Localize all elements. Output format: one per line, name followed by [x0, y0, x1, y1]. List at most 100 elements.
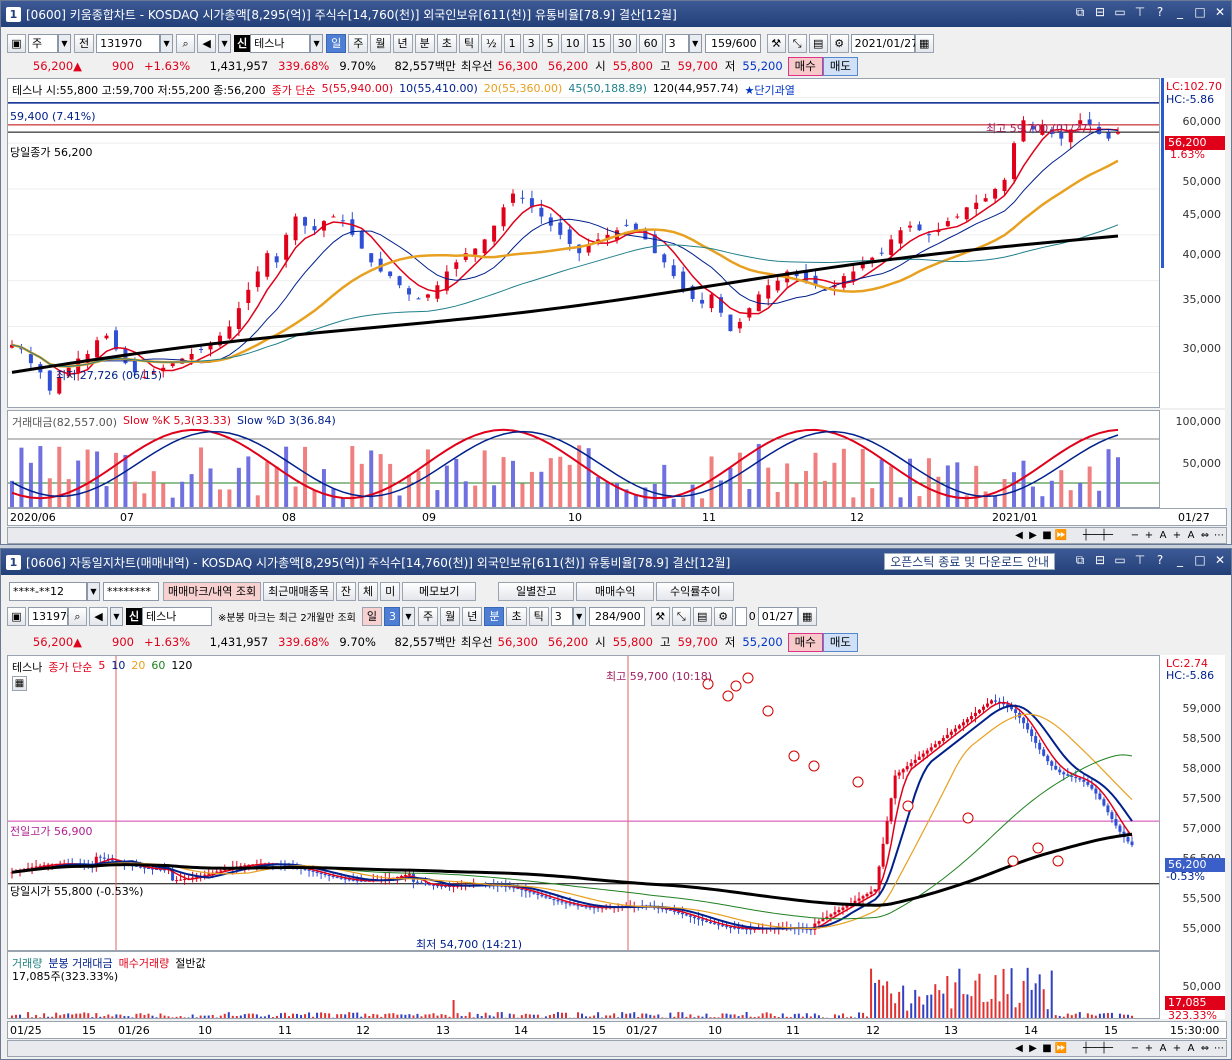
interval-60[interactable]: 60 [638, 33, 663, 53]
volume-pane[interactable]: 거래량 분봉 거래대금 매수거래량 절반값 17,085주(323.33%) [7, 951, 1161, 1019]
period-second[interactable]: 초 [436, 33, 457, 53]
chart-scroll[interactable]: ◀ ▶ ■ ⏩ ┼──┼─ − + A + A ⇔ ⋯ [7, 527, 1227, 544]
code-input[interactable]: 131970 [96, 33, 161, 53]
interval-10[interactable]: 10 [560, 33, 585, 53]
period-day[interactable]: 일 [326, 33, 347, 53]
max-icon[interactable]: □ [1193, 553, 1207, 568]
memo-button[interactable]: 메모보기 [402, 581, 477, 601]
more-icon[interactable]: ⋯ [1212, 530, 1226, 541]
save-icon[interactable]: ▤ [808, 33, 828, 53]
close-icon[interactable]: ✕ [1213, 5, 1227, 20]
scroll-left-icon[interactable]: ◀ [1012, 1043, 1026, 1054]
zoom-slider[interactable]: ┼──┼─ [1068, 1043, 1128, 1054]
zoom-slider[interactable]: ┼──┼─ [1068, 530, 1128, 541]
search-icon[interactable]: ⌕ [176, 33, 196, 53]
date-checkbox[interactable] [734, 606, 747, 626]
trade-profit-button[interactable]: 매매수익 [576, 581, 655, 601]
minimize-window-icon[interactable]: ▭ [1113, 553, 1127, 568]
interval-15[interactable]: 15 [586, 33, 611, 53]
chevron-down-icon[interactable]: ▼ [401, 606, 415, 626]
pin-icon[interactable]: ⊤ [1133, 553, 1147, 568]
stock-name[interactable]: 테스나 [250, 33, 311, 53]
tools-icon[interactable]: ⚒ [650, 606, 670, 626]
chart-scroll[interactable]: ◀ ▶ ■ ⏩ ┼──┼─ − + A + A ⇔ ⋯ [7, 1040, 1227, 1057]
price-pane[interactable]: 테스나 시:55,800 고:59,700 저:55,200 종:56,200 … [7, 78, 1161, 408]
speaker-icon[interactable]: ◀ [197, 33, 217, 53]
interval-5[interactable]: 5 [541, 33, 559, 53]
recent-trades-button[interactable]: 최근매매종목 [263, 581, 334, 601]
prev-button[interactable]: 전 [74, 33, 95, 53]
expand-icon[interactable]: ⇔ [1198, 1043, 1212, 1054]
font-a-icon[interactable]: A [1184, 530, 1198, 541]
plus-icon[interactable]: + [1170, 1043, 1184, 1054]
mode-select[interactable]: 주 [28, 33, 58, 53]
min-icon[interactable]: _ [1173, 5, 1187, 20]
help-icon[interactable]: ? [1153, 553, 1167, 568]
sell-button[interactable]: 매도 [822, 632, 859, 652]
minimize-window-icon[interactable]: ▭ [1113, 5, 1127, 20]
interval-30[interactable]: 30 [612, 33, 637, 53]
fast-forward-icon[interactable]: ⏩ [1054, 1043, 1068, 1054]
period-month[interactable]: 월 [440, 606, 461, 626]
indicator-pane[interactable]: 거래대금(82,557.00) Slow %K 5,3(33.33) Slow … [7, 410, 1161, 508]
executed-button[interactable]: 체 [358, 581, 379, 601]
date-input[interactable]: 2021/01/27 [850, 33, 918, 53]
count-select[interactable]: 3 [664, 33, 689, 53]
period-month[interactable]: 월 [370, 33, 391, 53]
pin-icon[interactable]: ⊤ [1133, 5, 1147, 20]
link-icon[interactable]: ⧉ [1073, 553, 1087, 568]
period-minute[interactable]: 분 [414, 33, 435, 53]
draw-icon[interactable]: ⤡ [787, 33, 807, 53]
balance-button[interactable]: 잔 [335, 581, 357, 601]
buy-button[interactable]: 매수 [787, 632, 823, 652]
period-year[interactable]: 년 [392, 33, 413, 53]
link-icon[interactable]: ⧉ [1073, 5, 1087, 20]
chevron-down-icon[interactable]: ▼ [160, 33, 174, 53]
period-day[interactable]: 일 [361, 606, 382, 626]
close-icon[interactable]: ✕ [1213, 553, 1227, 568]
period-year[interactable]: 년 [462, 606, 483, 626]
more-icon[interactable]: ⋯ [1212, 1043, 1226, 1054]
font-a-icon[interactable]: A [1156, 1043, 1170, 1054]
count-input[interactable]: 159/600 [704, 33, 761, 53]
fraction-button[interactable]: ½ [481, 33, 502, 53]
period-tick[interactable]: 틱 [458, 33, 479, 53]
scroll-right-icon[interactable]: ▶ [1026, 1043, 1040, 1054]
scroll-right-icon[interactable]: ▶ [1026, 530, 1040, 541]
chevron-down-icon[interactable]: ▼ [572, 606, 586, 626]
restore-icon[interactable]: ⊟ [1093, 5, 1107, 20]
interval-select[interactable]: 3 [550, 606, 573, 626]
password-input[interactable]: ******** [103, 581, 159, 601]
chevron-down-icon[interactable]: ▼ [87, 581, 100, 601]
tools-icon[interactable]: ⚒ [766, 33, 786, 53]
expand-icon[interactable]: ⇔ [1198, 530, 1212, 541]
sell-button[interactable]: 매도 [822, 56, 859, 76]
daily-balance-button[interactable]: 일별잔고 [498, 581, 575, 601]
font-a-icon[interactable]: A [1184, 1043, 1198, 1054]
minus-icon[interactable]: − [1128, 1043, 1142, 1054]
calendar-icon[interactable]: ▦ [797, 606, 817, 626]
scroll-left-icon[interactable]: ◀ [1012, 530, 1026, 541]
gear-icon[interactable]: ⚙ [829, 33, 849, 53]
draw-icon[interactable]: ⤡ [671, 606, 691, 626]
period-week[interactable]: 주 [348, 33, 369, 53]
max-icon[interactable]: □ [1193, 5, 1207, 20]
stock-name[interactable]: 테스나 [142, 606, 212, 626]
return-trend-button[interactable]: 수익률추이 [656, 581, 735, 601]
speaker-icon[interactable]: ◀ [89, 606, 108, 626]
search-icon[interactable]: ⌕ [68, 606, 87, 626]
count-input[interactable]: 284/900 [588, 606, 645, 626]
font-a-icon[interactable]: A [1156, 530, 1170, 541]
calendar-icon[interactable]: ▦ [914, 33, 934, 53]
notice-button[interactable]: 오픈스틱 종료 및 다운로드 안내 [884, 553, 1055, 570]
day-count[interactable]: 3 [383, 606, 400, 626]
buy-button[interactable]: 매수 [787, 56, 823, 76]
chevron-down-icon[interactable]: ▼ [310, 33, 324, 53]
fast-forward-icon[interactable]: ⏩ [1054, 530, 1068, 541]
plus-icon[interactable]: + [1170, 530, 1184, 541]
help-icon[interactable]: ? [1153, 5, 1167, 20]
minus-icon[interactable]: − [1128, 530, 1142, 541]
price-pane[interactable]: 테스나 종가 단순 5 10 20 60 120 ▦ 최고 59,700 (10… [7, 655, 1161, 951]
trade-mark-query-button[interactable]: 매매마크/내역 조회 [163, 581, 262, 601]
stop-icon[interactable]: ■ [1040, 530, 1054, 541]
